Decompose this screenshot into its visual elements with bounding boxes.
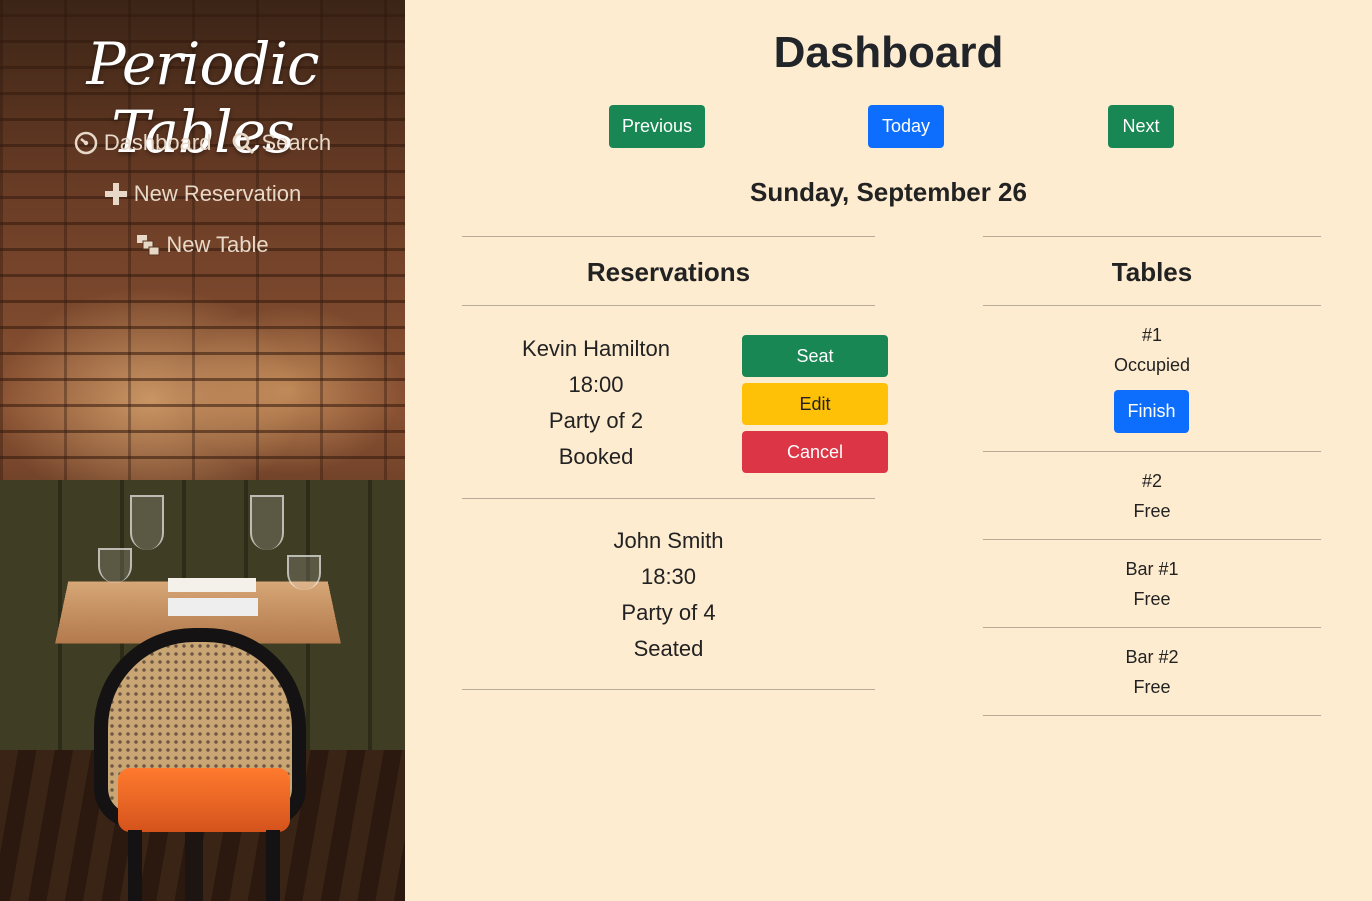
cancel-button[interactable]: Cancel bbox=[742, 431, 888, 473]
divider bbox=[983, 236, 1321, 237]
table-status: Occupied bbox=[1113, 355, 1191, 375]
divider bbox=[983, 305, 1321, 306]
nav-row-1: Dashboard Search bbox=[0, 130, 405, 156]
reservation-status: Seated bbox=[633, 636, 704, 661]
wine-glass-image bbox=[130, 495, 164, 550]
water-glass-image bbox=[98, 548, 132, 583]
table-item: #2 Free bbox=[983, 466, 1321, 526]
table-item: Bar #1 Free bbox=[983, 554, 1321, 614]
water-glass-image bbox=[287, 555, 321, 590]
table-item: #1 Occupied bbox=[983, 320, 1321, 380]
table-name: #2 bbox=[1141, 471, 1163, 491]
reservation-item: John Smith 18:30 Party of 4 Seated bbox=[462, 523, 875, 667]
reservation-name: Kevin Hamilton bbox=[522, 336, 670, 361]
plus-icon bbox=[104, 183, 127, 205]
divider bbox=[462, 498, 875, 499]
nav-new-reservation-label: New Reservation bbox=[133, 181, 302, 206]
current-date: Sunday, September 26 bbox=[750, 177, 1027, 207]
layers-icon bbox=[137, 235, 160, 256]
search-icon bbox=[233, 132, 255, 155]
table-name: #1 bbox=[1141, 325, 1163, 345]
table-status: Free bbox=[1133, 677, 1171, 697]
table-name: Bar #2 bbox=[1125, 647, 1179, 667]
nav-search-label: Search bbox=[261, 130, 332, 155]
reservation-party: Party of 4 bbox=[621, 600, 716, 625]
reservation-item: Kevin Hamilton 18:00 Party of 2 Booked bbox=[465, 331, 727, 475]
next-button[interactable]: Next bbox=[1108, 105, 1174, 148]
table-item: Bar #2 Free bbox=[983, 642, 1321, 702]
dashboard-icon bbox=[74, 131, 98, 155]
reservation-status: Booked bbox=[558, 444, 634, 469]
table-status: Free bbox=[1133, 589, 1171, 609]
divider bbox=[983, 627, 1321, 628]
chair-seat-image bbox=[118, 768, 290, 832]
nav-dashboard-label: Dashboard bbox=[103, 130, 212, 155]
nav-search-link[interactable]: Search bbox=[231, 130, 331, 156]
tables-heading: Tables bbox=[1111, 257, 1193, 287]
reservation-party: Party of 2 bbox=[548, 408, 644, 433]
previous-button[interactable]: Previous bbox=[609, 105, 705, 148]
chair-leg-image bbox=[128, 830, 142, 901]
reservation-time: 18:30 bbox=[640, 564, 697, 589]
reservation-name: John Smith bbox=[613, 528, 724, 553]
table-name: Bar #1 bbox=[1125, 559, 1179, 579]
chair-leg-image bbox=[266, 830, 280, 901]
nav-new-reservation-link[interactable]: New Reservation bbox=[104, 181, 302, 207]
wine-glass-image bbox=[250, 495, 284, 550]
nav-row-3: New Table bbox=[0, 232, 405, 258]
sidebar: Periodic Tables Dashboard Search New Res… bbox=[0, 0, 405, 901]
divider bbox=[462, 236, 875, 237]
today-button[interactable]: Today bbox=[868, 105, 944, 148]
nav-dashboard-link[interactable]: Dashboard bbox=[74, 130, 212, 156]
nav-new-table-link[interactable]: New Table bbox=[136, 232, 269, 258]
table-status: Free bbox=[1133, 501, 1171, 521]
divider bbox=[983, 451, 1321, 452]
divider bbox=[983, 539, 1321, 540]
divider bbox=[462, 689, 875, 690]
seat-button[interactable]: Seat bbox=[742, 335, 888, 377]
page-title: Dashboard bbox=[773, 28, 1004, 77]
reservation-time: 18:00 bbox=[568, 372, 624, 397]
reservations-heading: Reservations bbox=[586, 257, 751, 287]
edit-button[interactable]: Edit bbox=[742, 383, 888, 425]
divider bbox=[462, 305, 875, 306]
finish-button[interactable]: Finish bbox=[1114, 390, 1189, 433]
divider bbox=[983, 715, 1321, 716]
plate-image bbox=[168, 598, 258, 616]
napkin-image bbox=[168, 578, 256, 592]
main-content: Dashboard Previous Today Next Sunday, Se… bbox=[405, 0, 1372, 901]
nav-new-table-label: New Table bbox=[166, 232, 269, 257]
nav-row-2: New Reservation bbox=[0, 181, 405, 207]
